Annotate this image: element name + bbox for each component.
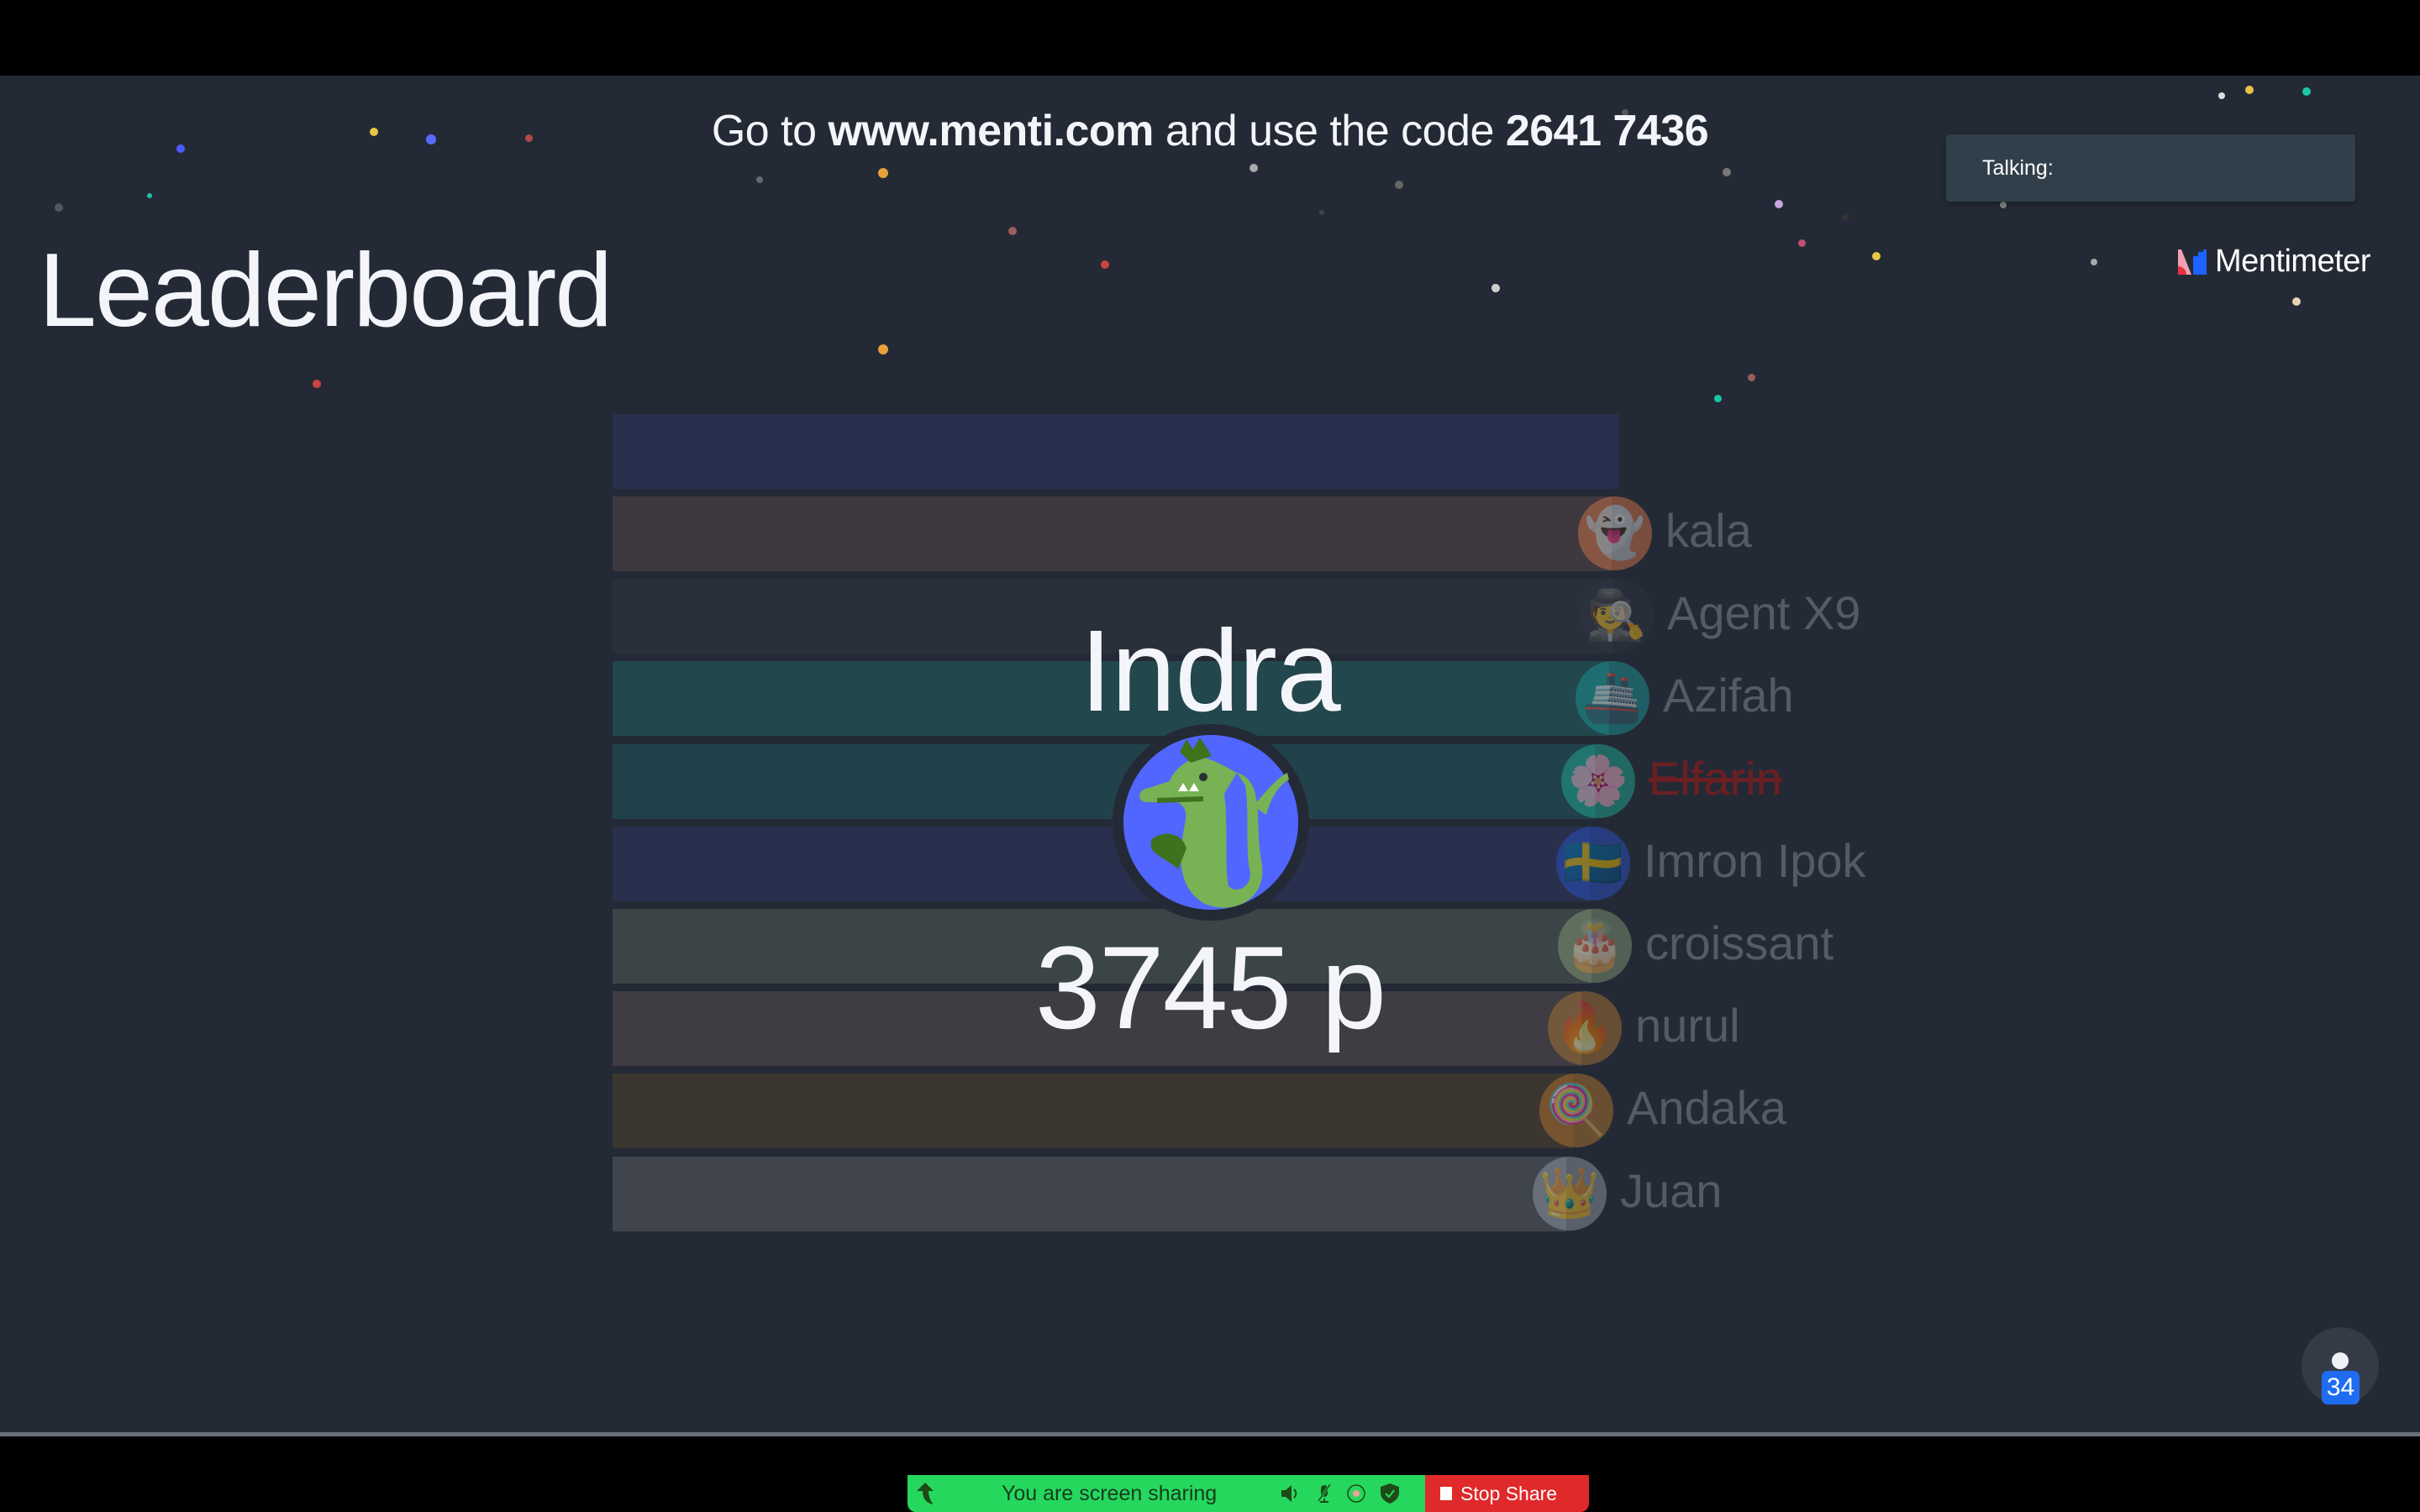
cherry-blossom-icon: 🌸 (1561, 743, 1635, 818)
confetti-dot (1842, 214, 1849, 221)
confetti-dot (2302, 87, 2311, 96)
fire-icon: 🔥 (1548, 991, 1622, 1066)
mic-muted-icon[interactable] (1313, 1482, 1336, 1505)
leaderboard-bar (613, 743, 1595, 819)
join-middle: and use the code (1153, 107, 1506, 155)
confetti-dot (2245, 86, 2254, 94)
confetti-dot (1748, 374, 1755, 381)
presentation-stage: Go to www.menti.com and use the code 264… (0, 76, 2420, 1435)
sweden-flag-icon: 🇸🇪 (1556, 826, 1630, 900)
confetti-dot (1008, 227, 1017, 235)
winner-name: Indra (1080, 606, 1341, 736)
stop-share-label: Stop Share (1460, 1482, 1558, 1504)
leaderboard-name: Imron Ipok (1644, 833, 1866, 887)
confetti-dot (313, 380, 321, 388)
confetti-dot (1798, 239, 1806, 247)
confetti-dot (55, 203, 63, 212)
birthday-cake-icon: 🎂 (1558, 909, 1632, 983)
leaderboard-bar (613, 826, 1590, 901)
leaderboard-name: Azifah (1663, 669, 1794, 722)
confetti-dot (2218, 92, 2225, 99)
leaderboard-name: Elfarin (1649, 751, 1782, 805)
crown-icon: 👑 (1533, 1156, 1607, 1231)
ship-icon: 🚢 (1576, 661, 1649, 736)
leaderboard-bar (613, 1074, 1573, 1149)
leaderboard-name: kala (1665, 504, 1752, 557)
stop-square-icon (1440, 1487, 1452, 1500)
join-url: www.menti.com (828, 107, 1155, 155)
ghost-icon: 👻 (1578, 496, 1652, 570)
confetti-dot (2000, 202, 2007, 208)
lollipop-icon: 🍭 (1539, 1074, 1613, 1148)
record-icon[interactable] (1344, 1482, 1368, 1505)
spy-icon: 🕵 (1580, 579, 1654, 654)
confetti-dot (1249, 164, 1258, 172)
leaderboard-name: Andaka (1627, 1081, 1786, 1135)
confetti-dot (1319, 210, 1324, 215)
join-code: 2641 7436 (1505, 107, 1709, 155)
talking-label: Talking: (1982, 156, 2054, 180)
stop-share-button[interactable]: Stop Share (1425, 1475, 1589, 1512)
join-prefix: Go to (711, 107, 829, 155)
leaderboard-name: croissant (1645, 916, 1834, 969)
screen-share-toolbar: You are screen sharing Stop Share (908, 1475, 1589, 1512)
confetti-dot (2091, 259, 2097, 265)
confetti-dot (1491, 284, 1499, 291)
winner-score: 3745 p (1034, 921, 1386, 1053)
confetti-dot (1775, 200, 1783, 208)
brand-logo: Mentimeter (2178, 244, 2371, 280)
talking-indicator: Talking: (1946, 134, 2355, 202)
confetti-dot (1101, 260, 1109, 269)
share-status-text: You are screen sharing (1002, 1482, 1218, 1505)
leaderboard-bar (613, 496, 1612, 571)
page-title: Leaderboard (39, 233, 613, 349)
confetti-dot (2292, 297, 2301, 306)
top-letterbox (0, 0, 2420, 76)
confetti-dot (878, 344, 888, 354)
confetti-dot (147, 193, 152, 198)
dragon-icon (1111, 722, 1311, 922)
shield-check-icon[interactable] (1378, 1482, 1402, 1505)
mentimeter-logo-icon (2178, 249, 2207, 275)
confetti-dot (1395, 181, 1403, 189)
confetti-dot (1723, 168, 1731, 176)
leaderboard-bar (613, 1156, 1566, 1231)
confetti-dot (1714, 395, 1722, 402)
brand-name: Mentimeter (2215, 244, 2371, 279)
speaker-icon[interactable] (1280, 1482, 1303, 1505)
share-status-area: You are screen sharing (908, 1475, 1425, 1512)
leaderboard-name: Juan (1620, 1163, 1723, 1217)
confetti-dot (756, 176, 763, 183)
participant-count-badge: 34 (2322, 1371, 2360, 1404)
share-arrow-icon[interactable] (914, 1482, 938, 1505)
confetti-dot (1872, 252, 1881, 260)
leaderboard-name: nurul (1635, 999, 1740, 1053)
winner-bar (613, 414, 1619, 489)
confetti-dot (878, 168, 888, 178)
leaderboard-name: Agent X9 (1667, 586, 1861, 640)
